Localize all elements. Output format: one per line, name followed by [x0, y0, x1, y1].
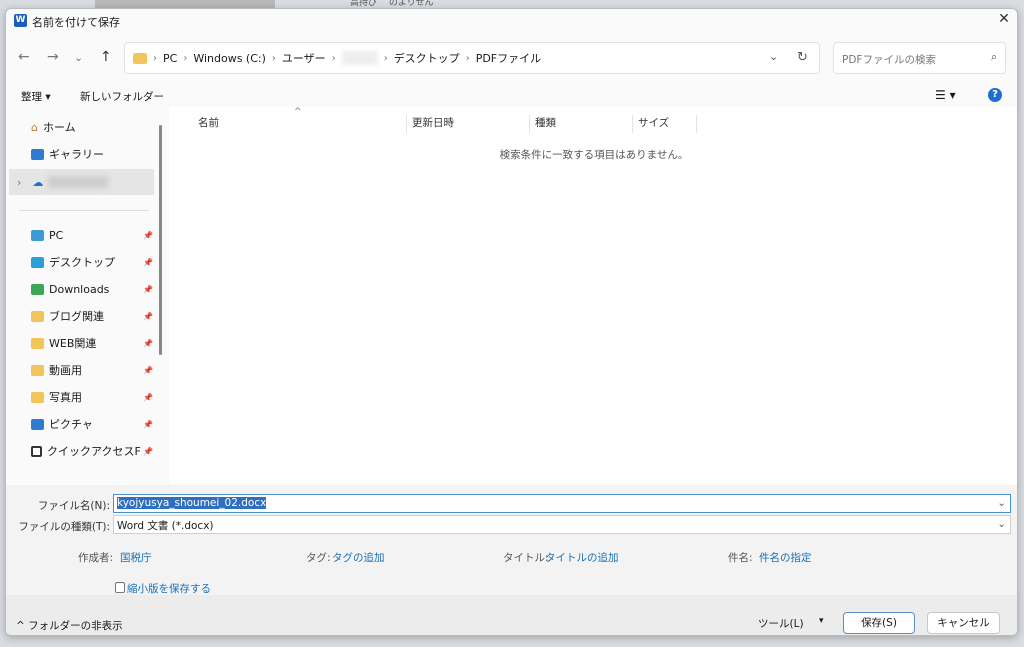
filename-input[interactable]: kyojyusya_shoumei_02.docx ⌄ — [113, 494, 1011, 513]
organize-button[interactable]: 整理 ▾ — [21, 89, 51, 104]
thumbnail-checkbox[interactable] — [115, 582, 125, 593]
thumbnail-label[interactable]: 縮小版を保存する — [127, 581, 211, 596]
refresh-icon[interactable]: ↻ — [797, 50, 808, 65]
breadcrumb-drive[interactable]: Windows (C:) — [193, 52, 266, 65]
subject-label: 件名: — [728, 552, 753, 564]
folder-icon — [31, 391, 44, 403]
search-icon: ⌕ — [991, 51, 997, 63]
filetype-label: ファイルの種類(T): — [18, 521, 110, 533]
pin-icon[interactable]: 📌 — [143, 447, 153, 456]
file-list: 名前 ^ 更新日時 種類 サイズ 検索条件に一致する項目はありません。 — [169, 107, 1017, 485]
sort-indicator-icon: ^ — [294, 107, 302, 117]
column-header-name[interactable]: 名前 — [198, 115, 407, 133]
sidebar-item-desktop[interactable]: デスクトップ 📌 — [9, 251, 157, 273]
quickaccess-icon — [31, 445, 42, 457]
search-input[interactable]: PDFファイルの検索 ⌕ — [833, 42, 1006, 74]
pin-icon[interactable]: 📌 — [143, 312, 153, 321]
empty-message: 検索条件に一致する項目はありません。 — [499, 149, 689, 161]
downloads-icon — [31, 283, 44, 295]
column-header-size[interactable]: サイズ — [634, 115, 697, 133]
subject-value[interactable]: 件名の指定 — [759, 550, 812, 565]
background-window — [95, 0, 275, 8]
pin-icon[interactable]: 📌 — [143, 258, 153, 267]
pin-icon[interactable]: 📌 — [143, 420, 153, 429]
breadcrumb-pdf[interactable]: PDFファイル — [476, 50, 541, 66]
gallery-icon — [31, 148, 44, 160]
sidebar-item-blog[interactable]: ブログ関連 📌 — [9, 305, 157, 327]
title-value[interactable]: タイトルの追加 — [545, 550, 619, 565]
help-icon[interactable]: ? — [988, 88, 1002, 102]
tags-value[interactable]: タグの追加 — [332, 550, 385, 565]
folder-icon — [31, 364, 44, 376]
title-label: タイトル: — [503, 552, 549, 564]
sidebar-item-downloads[interactable]: Downloads 📌 — [9, 278, 157, 300]
sidebar-item-onedrive[interactable]: › ☁ — [9, 169, 154, 195]
sidebar-item-pc[interactable]: PC 📌 — [9, 224, 157, 246]
onedrive-icon: ☁ — [32, 175, 44, 189]
pictures-icon — [31, 418, 44, 430]
dialog-title: 名前を付けて保存 — [32, 16, 120, 29]
background-text: 高持び゛ のよりせん — [350, 0, 434, 8]
folder-icon — [133, 52, 147, 64]
sidebar-item-home[interactable]: ⌂ ホーム — [9, 116, 157, 138]
close-button[interactable]: ✕ — [996, 11, 1012, 27]
sidebar-item-web[interactable]: WEB関連 📌 — [9, 332, 157, 354]
folder-icon — [31, 337, 44, 349]
sidebar-item-pictures[interactable]: ピクチャ 📌 — [9, 413, 157, 435]
filename-label: ファイル名(N): — [37, 500, 110, 512]
up-button[interactable]: ↑ — [100, 49, 112, 65]
breadcrumb-user-blurred[interactable] — [341, 51, 378, 65]
filetype-select[interactable]: Word 文書 (*.docx) ⌄ — [113, 515, 1011, 534]
address-dropdown-icon[interactable]: ⌄ — [769, 50, 778, 63]
home-icon: ⌂ — [31, 120, 38, 134]
save-as-dialog: W 名前を付けて保存 ✕ ← → ⌄ ↑ › PC › Windows (C:)… — [5, 8, 1018, 636]
expand-chevron-icon[interactable]: › — [17, 176, 21, 189]
tags-label: タグ: — [306, 552, 331, 564]
hide-folders-button[interactable]: ^ フォルダーの非表示 — [16, 618, 123, 633]
pin-icon[interactable]: 📌 — [143, 285, 153, 294]
sidebar-item-photo[interactable]: 写真用 📌 — [9, 386, 157, 408]
sidebar-item-gallery[interactable]: ギャラリー — [9, 143, 157, 165]
breadcrumb-desktop[interactable]: デスクトップ — [394, 50, 460, 66]
breadcrumb-pc[interactable]: PC — [163, 52, 177, 65]
column-header-modified[interactable]: 更新日時 — [408, 115, 530, 133]
back-button[interactable]: ← — [18, 49, 30, 65]
pin-icon[interactable]: 📌 — [143, 366, 153, 375]
pin-icon[interactable]: 📌 — [143, 231, 153, 240]
tools-dropdown-icon[interactable]: ▾ — [819, 616, 824, 626]
breadcrumb-users[interactable]: ユーザー — [282, 50, 326, 66]
navigation-pane: ⌂ ホーム ギャラリー › ☁ PC 📌 デスクトップ 📌 Downloads 📌 ブログ… — [9, 107, 159, 485]
word-app-icon: W — [14, 14, 27, 27]
pin-icon[interactable]: 📌 — [143, 339, 153, 348]
tools-button[interactable]: ツール(L) — [758, 616, 804, 631]
save-options-panel: ファイル名(N): kyojyusya_shoumei_02.docx ⌄ ファイ… — [6, 485, 1017, 635]
recent-locations-button[interactable]: ⌄ — [74, 51, 83, 64]
cancel-button[interactable]: キャンセル — [927, 612, 1000, 634]
address-bar[interactable]: › PC › Windows (C:) › ユーザー › › デスクトップ › … — [124, 42, 820, 74]
sidebar-divider — [19, 210, 149, 211]
column-header-type[interactable]: 種類 — [531, 115, 633, 133]
sidebar-scrollbar[interactable] — [159, 125, 162, 355]
author-label: 作成者: — [78, 552, 114, 564]
pc-icon — [31, 229, 44, 241]
view-options-button[interactable]: ☰ ▾ — [935, 88, 956, 102]
sidebar-item-quickaccess[interactable]: クイックアクセスF 📌 — [9, 440, 157, 462]
pin-icon[interactable]: 📌 — [143, 393, 153, 402]
new-folder-button[interactable]: 新しいフォルダー — [80, 89, 164, 104]
author-value[interactable]: 国税庁 — [120, 550, 152, 565]
sidebar-item-video[interactable]: 動画用 📌 — [9, 359, 157, 381]
forward-button[interactable]: → — [47, 49, 59, 65]
folder-icon — [31, 310, 44, 322]
save-button[interactable]: 保存(S) — [843, 612, 915, 634]
desktop-icon — [31, 256, 44, 268]
